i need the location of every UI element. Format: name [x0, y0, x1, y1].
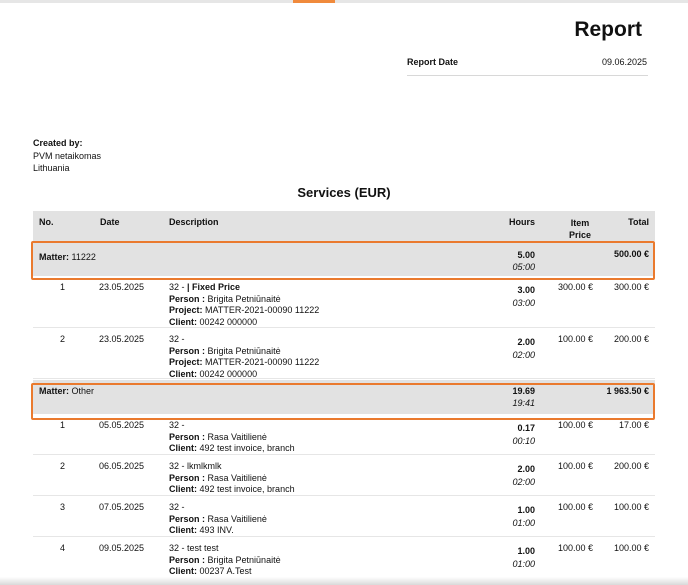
row-no: 2 [60, 461, 66, 471]
row-total: 300.00 € [613, 282, 649, 292]
header-item-price: Item Price [555, 217, 605, 241]
header-no: No. [39, 217, 54, 227]
created-by-country: Lithuania [33, 163, 70, 173]
row-price: 100.00 € [557, 502, 593, 512]
row-no: 1 [60, 282, 66, 292]
row-description: 32 - Person : Rasa Vaitilienė Client: 49… [169, 502, 267, 535]
row-description: 32 - Person : Rasa Vaitilienė Client: 49… [169, 420, 295, 453]
table-row: 1 23.05.2025 32 - | Fixed Price Person :… [33, 276, 655, 328]
row-total: 100.00 € [613, 543, 649, 553]
row-hours: 3.00 03:00 [512, 285, 535, 308]
row-no: 1 [60, 420, 66, 430]
row-price: 100.00 € [557, 543, 593, 553]
matter-row-other: Matter: Other 19.69 19:41 1 963.50 € [33, 379, 655, 414]
matter-label: Matter: 11222 [39, 252, 96, 262]
row-hours: 1.00 01:00 [512, 546, 535, 569]
row-price: 100.00 € [557, 420, 593, 430]
report-date-row: Report Date 09.06.2025 [407, 56, 648, 76]
row-date: 05.05.2025 [99, 420, 145, 430]
header-total: Total [628, 217, 649, 227]
services-title: Services (EUR) [297, 185, 391, 200]
matter-hours: 19.69 19:41 [512, 386, 535, 408]
report-date-value: 09.06.2025 [601, 57, 647, 67]
row-description: 32 - | Fixed Price Person : Brigita Petn… [169, 282, 320, 327]
row-description: 32 - test test Person : Brigita Petniūna… [169, 543, 281, 576]
created-by-label: Created by: [33, 138, 83, 148]
matter-label: Matter: Other [39, 386, 95, 396]
row-description: 32 - Person : Brigita Petniūnaitė Projec… [169, 334, 320, 379]
services-table: No. Date Description Hours Item Price To… [33, 211, 655, 578]
matter-total: 1 963.50 € [606, 386, 649, 396]
table-row: 3 07.05.2025 32 - Person : Rasa Vaitilie… [33, 496, 655, 537]
table-row: 1 05.05.2025 32 - Person : Rasa Vaitilie… [33, 414, 655, 455]
row-total: 200.00 € [613, 334, 649, 344]
row-hours: 1.00 01:00 [512, 505, 535, 528]
header-item-price-line1: Item [570, 218, 590, 228]
row-no: 3 [60, 502, 66, 512]
row-price: 100.00 € [557, 461, 593, 471]
row-hours: 2.00 02:00 [512, 464, 535, 487]
report-date-label: Report Date [407, 57, 459, 67]
row-total: 17.00 € [618, 420, 649, 430]
table-header: No. Date Description Hours Item Price To… [33, 211, 655, 241]
top-rule [0, 0, 688, 3]
row-total: 100.00 € [613, 502, 649, 512]
bottom-shadow [0, 577, 688, 585]
matter-row-11222: Matter: 11222 5.00 05:00 500.00 € [33, 241, 655, 276]
row-date: 23.05.2025 [99, 282, 145, 292]
table-row: 2 06.05.2025 32 - lkmlkmlk Person : Rasa… [33, 455, 655, 496]
row-price: 300.00 € [557, 282, 593, 292]
report-title: Report [574, 18, 642, 41]
created-by-name: PVM netaikomas [33, 150, 102, 161]
matter-hours: 5.00 05:00 [512, 250, 535, 272]
row-date: 06.05.2025 [99, 461, 145, 471]
row-date: 07.05.2025 [99, 502, 145, 512]
header-hours: Hours [508, 217, 535, 227]
row-total: 200.00 € [613, 461, 649, 471]
matter-total: 500.00 € [613, 249, 649, 259]
created-by-block: Created by: PVM netaikomas Lithuania [33, 137, 101, 175]
row-date: 23.05.2025 [99, 334, 145, 344]
row-description: 32 - lkmlkmlk Person : Rasa Vaitilienė C… [169, 461, 295, 494]
row-no: 4 [60, 543, 66, 553]
row-price: 100.00 € [557, 334, 593, 344]
table-row: 4 09.05.2025 32 - test test Person : Bri… [33, 537, 655, 578]
row-date: 09.05.2025 [99, 543, 145, 553]
row-hours: 2.00 02:00 [512, 337, 535, 360]
header-item-price-line2: Price [568, 230, 592, 240]
table-row: 2 23.05.2025 32 - Person : Brigita Petni… [33, 328, 655, 379]
top-accent-bar [293, 0, 335, 3]
header-description: Description [169, 217, 219, 227]
row-hours: 0.17 00:10 [512, 423, 535, 446]
row-no: 2 [60, 334, 66, 344]
header-date: Date [100, 217, 120, 227]
